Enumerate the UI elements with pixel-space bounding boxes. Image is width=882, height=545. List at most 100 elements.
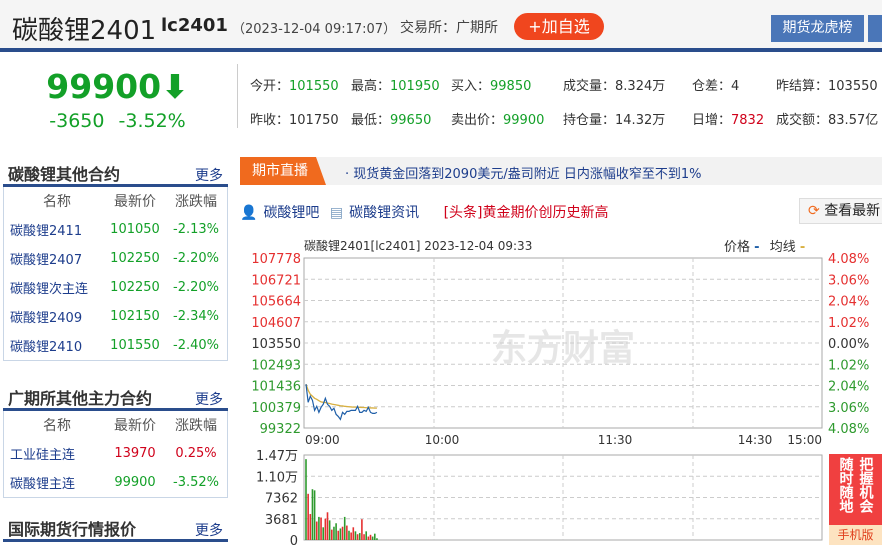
- side-panel: 碳酸锂其他合约 更多 名称 最新价 涨跌幅 碳酸锂2411 101050 -2.13% 碳酸锂2…: [3, 157, 228, 361]
- row-price: 101550: [110, 338, 160, 353]
- next-button[interactable]: [868, 15, 882, 42]
- row-pct: -2.20%: [173, 251, 219, 266]
- volume-bar: [311, 489, 314, 540]
- add-watchlist-button[interactable]: +加自选: [514, 13, 604, 40]
- contract-link[interactable]: 碳酸锂次主连: [4, 278, 104, 297]
- ad-text-2: 随时随地: [837, 457, 854, 513]
- quote-item: 昨结算：103550: [776, 75, 878, 94]
- quote-label: 昨结算：: [776, 79, 829, 94]
- row-pct: -3.52%: [173, 475, 219, 490]
- quote-label: 持仓量：: [563, 113, 616, 128]
- row-price: 101050: [110, 222, 160, 237]
- table-row[interactable]: 碳酸锂2409 102150 -2.34%: [4, 302, 227, 331]
- more-link[interactable]: 更多: [195, 520, 223, 540]
- headline-link[interactable]: [头条]黄金期价创历史新高: [444, 205, 609, 221]
- info-link[interactable]: 碳酸锂资讯: [349, 205, 419, 221]
- price-block: 99900⬇ -3650 -3.52%: [0, 62, 235, 132]
- live-tag: 期市直播: [240, 157, 326, 185]
- quote-item: 今开：101550: [250, 75, 339, 94]
- last-price: 99900: [46, 67, 162, 106]
- watermark: 东方财富: [491, 327, 635, 369]
- forum-link[interactable]: 碳酸锂吧: [263, 205, 319, 221]
- column-header: 最新价: [114, 418, 156, 434]
- column-header: 涨跌幅: [175, 194, 217, 210]
- quote-value: 4: [731, 79, 740, 94]
- down-arrow-icon: ⬇: [161, 67, 189, 106]
- panel-table: 名称 最新价 涨跌幅 工业硅主连 13970 0.25% 碳酸锂主连 99900 -3.52%: [3, 411, 228, 498]
- quote-label: 今开：: [250, 79, 290, 94]
- volume-bar: [331, 529, 333, 540]
- volume-bar: [363, 534, 365, 540]
- table-row[interactable]: 碳酸锂次主连 102250 -2.20%: [4, 273, 227, 302]
- volume-bar: [352, 527, 355, 540]
- contract-link[interactable]: 工业硅主连: [4, 444, 104, 463]
- futures-ranking-button[interactable]: 期货龙虎榜: [771, 15, 864, 42]
- price-line: [305, 384, 378, 421]
- panel-title: 碳酸锂其他合约: [8, 165, 121, 184]
- quote-value: 14.32万: [615, 113, 666, 128]
- ad-text-1: 把握机会: [857, 457, 874, 513]
- volume-bar: [371, 536, 374, 540]
- side-panel: 国际期货行情报价 更多: [3, 512, 228, 542]
- quote-label: 最低：: [351, 113, 391, 128]
- volume-bar: [350, 532, 352, 540]
- legend-price-swatch: -: [754, 240, 760, 255]
- x-tick-label: 14:30: [738, 433, 773, 447]
- contract-link[interactable]: 碳酸锂2410: [4, 336, 104, 355]
- table-row[interactable]: 工业硅主连 13970 0.25%: [4, 439, 227, 468]
- table-header: 名称 最新价 涨跌幅: [4, 411, 227, 439]
- table-row[interactable]: 碳酸锂2410 101550 -2.40%: [4, 331, 227, 360]
- quote-label: 日增：: [692, 113, 732, 128]
- volume-tick-label: 0: [290, 534, 298, 545]
- quote-value: 99900: [503, 113, 545, 128]
- panel-table: 名称 最新价 涨跌幅 碳酸锂2411 101050 -2.13% 碳酸锂2407 102250…: [3, 187, 228, 361]
- row-price: 102150: [110, 309, 160, 324]
- y-tick-label: 99322: [260, 422, 301, 437]
- chart-legend: 价格 - 均线 -: [724, 236, 805, 255]
- chart-title: 碳酸锂2401[lc2401] 2023-12-04 09:33: [304, 239, 533, 253]
- quote-value: 103550: [828, 79, 878, 94]
- quote-value: 99850: [490, 79, 532, 94]
- contract-link[interactable]: 碳酸锂2409: [4, 307, 104, 326]
- volume-bar: [305, 459, 307, 540]
- y-pct-tick-label: 3.06%: [828, 401, 869, 416]
- panel-title: 广期所其他主力合约: [8, 389, 153, 408]
- column-header: 最新价: [114, 194, 156, 210]
- contract-link[interactable]: 碳酸锂2411: [4, 220, 104, 239]
- more-link[interactable]: 更多: [195, 389, 223, 409]
- contract-link[interactable]: 碳酸锂主连: [4, 473, 104, 492]
- volume-bar: [313, 490, 316, 540]
- refresh-button[interactable]: ⟳ 查看最新: [799, 198, 882, 224]
- mobile-version-label: 手机版: [829, 525, 882, 545]
- quote-label: 昨收：: [250, 113, 290, 128]
- y-pct-tick-label: 2.04%: [828, 380, 869, 395]
- mobile-ad[interactable]: 随时随地 把握机会 手机版: [829, 454, 882, 545]
- contract-link[interactable]: 碳酸锂2407: [4, 249, 104, 268]
- more-link[interactable]: 更多: [195, 165, 223, 185]
- divider: [237, 64, 238, 128]
- y-pct-tick-label: 2.04%: [828, 295, 869, 310]
- volume-bar: [322, 527, 324, 540]
- row-price: 102250: [110, 280, 160, 295]
- x-tick-label: 10:00: [425, 433, 460, 447]
- y-tick-label: 105664: [251, 295, 301, 310]
- user-icon: 👤: [240, 205, 258, 221]
- volume-bar: [343, 516, 346, 540]
- y-pct-tick-label: 0.00%: [828, 337, 869, 352]
- volume-bar: [346, 525, 348, 540]
- table-row[interactable]: 碳酸锂2411 101050 -2.13%: [4, 215, 227, 244]
- table-row[interactable]: 碳酸锂主连 99900 -3.52%: [4, 468, 227, 497]
- y-tick-label: 102493: [251, 358, 301, 373]
- quote-value: 8.324万: [615, 79, 666, 94]
- table-row[interactable]: 碳酸锂2407 102250 -2.20%: [4, 244, 227, 273]
- quote-value: 83.57亿: [828, 113, 879, 128]
- quote-label: 最高：: [351, 79, 391, 94]
- quote-label: 仓差：: [692, 79, 732, 94]
- column-header: 名称: [43, 418, 71, 434]
- y-tick-label: 103550: [251, 337, 301, 352]
- volume-bar: [328, 520, 331, 540]
- volume-bar: [374, 533, 376, 540]
- panel-header: 广期所其他主力合约 更多: [3, 381, 228, 411]
- volume-plot-frame: [303, 454, 823, 541]
- news-link[interactable]: · 现货黄金回落到2090美元/盎司附近 日内涨幅收窄至不到1%: [345, 163, 702, 182]
